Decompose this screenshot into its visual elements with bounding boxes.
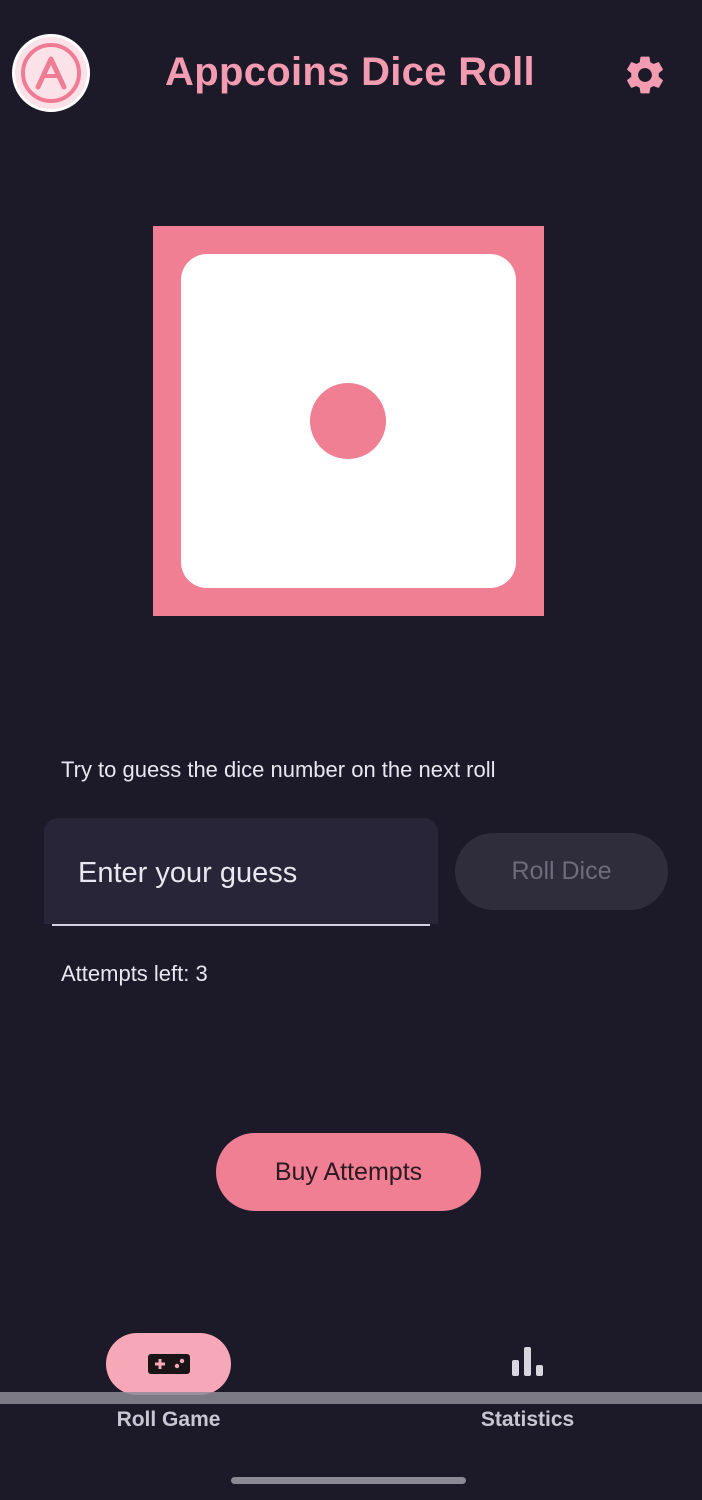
app-title: Appcoins Dice Roll: [165, 50, 535, 94]
nav-item-roll-game[interactable]: [106, 1333, 231, 1395]
nav-label-roll-game[interactable]: Roll Game: [106, 1408, 231, 1432]
instruction-text: Try to guess the dice number on the next…: [61, 757, 496, 782]
buy-attempts-button[interactable]: Buy Attempts: [216, 1133, 481, 1211]
bar-chart-icon[interactable]: [509, 1344, 547, 1378]
logo-ring: [21, 43, 81, 103]
roll-dice-button[interactable]: Roll Dice: [455, 833, 668, 910]
bottom-nav: Roll Game Statistics: [0, 1320, 702, 1500]
dice-frame: [153, 226, 544, 616]
logo-glyph: [35, 56, 67, 90]
dice-face: [181, 254, 516, 588]
gear-icon[interactable]: [622, 52, 668, 98]
attempts-left-text: Attempts left: 3: [61, 961, 208, 986]
home-indicator[interactable]: [231, 1477, 466, 1484]
screen-overlay-bar: [0, 1392, 702, 1404]
nav-label-statistics[interactable]: Statistics: [455, 1408, 600, 1432]
app-screen: Appcoins Dice Roll Try to guess the dice…: [0, 0, 702, 1500]
guess-input[interactable]: [76, 848, 420, 898]
dice-pip: [310, 383, 386, 459]
guess-field[interactable]: [44, 818, 438, 926]
gamepad-icon: [147, 1354, 190, 1374]
appcoins-logo-icon[interactable]: [12, 34, 90, 112]
